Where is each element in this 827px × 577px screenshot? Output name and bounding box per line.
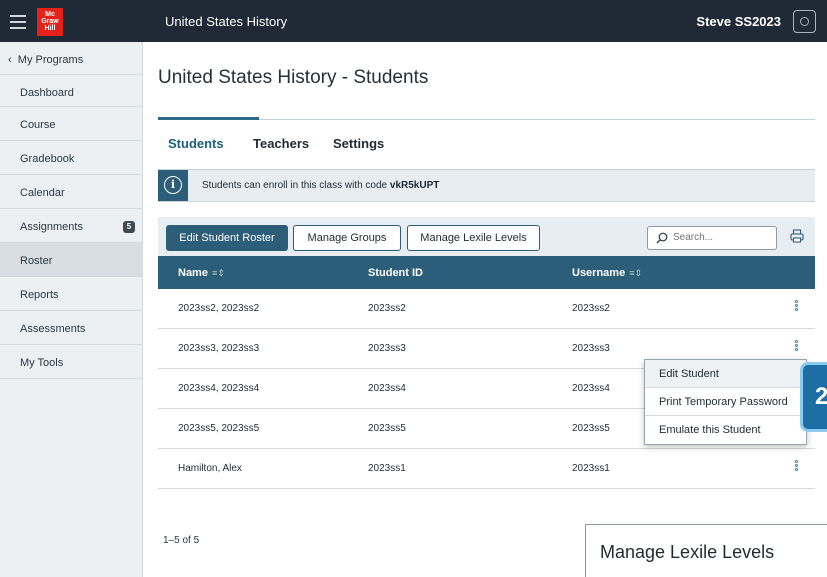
enrollment-code: vkR5kUPT [389, 180, 440, 191]
page-title: United States History - Students [158, 67, 429, 88]
user-icon[interactable] [793, 10, 816, 33]
sidebar-item-assessments[interactable]: Assessments [0, 311, 142, 345]
kebab-icon[interactable] [795, 460, 801, 478]
search-field[interactable] [647, 226, 777, 250]
manage-lexile-levels-panel: Manage Lexile Levels [585, 524, 827, 577]
cell-name: 2023ss5, 2023ss5 [178, 423, 260, 434]
top-bar: Mc Graw Hill United States History Steve… [0, 0, 827, 42]
sidebar: ‹ My Programs Dashboard Course Gradebook… [0, 42, 143, 577]
cell-username: 2023ss4 [572, 383, 610, 394]
table-row: Hamilton, Alex 2023ss1 2023ss1 [158, 449, 815, 489]
course-title: United States History [165, 14, 288, 29]
tab-students[interactable]: Students [168, 136, 224, 151]
tab-settings[interactable]: Settings [333, 136, 384, 151]
sidebar-item-calendar[interactable]: Calendar [0, 175, 142, 209]
menu-item-print-temporary-password[interactable]: Print Temporary Password [645, 388, 806, 416]
sidebar-item-reports[interactable]: Reports [0, 277, 142, 311]
sidebar-item-gradebook[interactable]: Gradebook [0, 141, 142, 175]
chevron-left-icon: ‹ [8, 54, 12, 66]
student-context-menu: Edit Student Print Temporary Password Em… [644, 359, 807, 445]
cell-name: 2023ss2, 2023ss2 [178, 303, 260, 314]
user-name[interactable]: Steve SS2023 [696, 14, 781, 29]
cell-student-id: 2023ss2 [368, 303, 406, 314]
cell-name: 2023ss4, 2023ss4 [178, 383, 260, 394]
cell-username: 2023ss1 [572, 463, 610, 474]
column-header-student-id: Student ID [368, 267, 423, 279]
sidebar-item-dashboard[interactable]: Dashboard [0, 74, 142, 107]
cell-name: Hamilton, Alex [178, 463, 242, 474]
sort-icon[interactable]: ≡⇕ [629, 268, 642, 278]
menu-icon[interactable] [8, 11, 28, 31]
cell-student-id: 2023ss5 [368, 423, 406, 434]
search-icon [656, 232, 668, 244]
manage-groups-button[interactable]: Manage Groups [293, 225, 401, 251]
table-header: Name ≡⇕ Student ID Username ≡⇕ [158, 256, 815, 289]
cell-student-id: 2023ss4 [368, 383, 406, 394]
menu-item-emulate-student[interactable]: Emulate this Student [645, 416, 806, 444]
kebab-icon[interactable] [795, 300, 801, 318]
enrollment-info-banner: i Students can enroll in this class with… [158, 169, 815, 202]
panel-title: Manage Lexile Levels [600, 542, 775, 562]
column-header-name[interactable]: Name ≡⇕ [178, 267, 225, 279]
roster-toolbar: Edit Student Roster Manage Groups Manage… [158, 217, 815, 256]
cell-username: 2023ss5 [572, 423, 610, 434]
mcgraw-hill-logo: Mc Graw Hill [37, 8, 63, 36]
sort-icon[interactable]: ≡⇕ [212, 268, 225, 278]
sidebar-back-link[interactable]: ‹ My Programs [0, 42, 142, 74]
cell-name: 2023ss3, 2023ss3 [178, 343, 260, 354]
cell-username: 2023ss2 [572, 303, 610, 314]
pagination-text: 1–5 of 5 [163, 535, 200, 546]
step-callout-badge: 2 [800, 362, 827, 432]
search-input[interactable] [673, 232, 768, 243]
tab-active-indicator [158, 117, 259, 120]
tab-teachers[interactable]: Teachers [253, 136, 309, 151]
sidebar-item-my-tools[interactable]: My Tools [0, 345, 142, 379]
edit-student-roster-button[interactable]: Edit Student Roster [166, 225, 288, 251]
print-icon[interactable] [790, 229, 804, 243]
column-header-username[interactable]: Username ≡⇕ [572, 267, 642, 279]
cell-student-id: 2023ss3 [368, 343, 406, 354]
cell-username: 2023ss3 [572, 343, 610, 354]
sidebar-item-course[interactable]: Course [0, 107, 142, 141]
table-row: 2023ss2, 2023ss2 2023ss2 2023ss2 [158, 289, 815, 329]
sidebar-item-roster[interactable]: Roster [0, 243, 142, 277]
sidebar-item-assignments[interactable]: Assignments 5 [0, 209, 142, 243]
kebab-icon[interactable] [795, 340, 801, 358]
manage-lexile-levels-button[interactable]: Manage Lexile Levels [407, 225, 540, 251]
enrollment-text: Students can enroll in this class with c… [202, 180, 440, 191]
assignments-badge: 5 [123, 221, 135, 233]
menu-item-edit-student[interactable]: Edit Student [645, 360, 806, 388]
sidebar-back-label: My Programs [17, 54, 84, 66]
info-icon: i [164, 176, 182, 194]
cell-student-id: 2023ss1 [368, 463, 406, 474]
